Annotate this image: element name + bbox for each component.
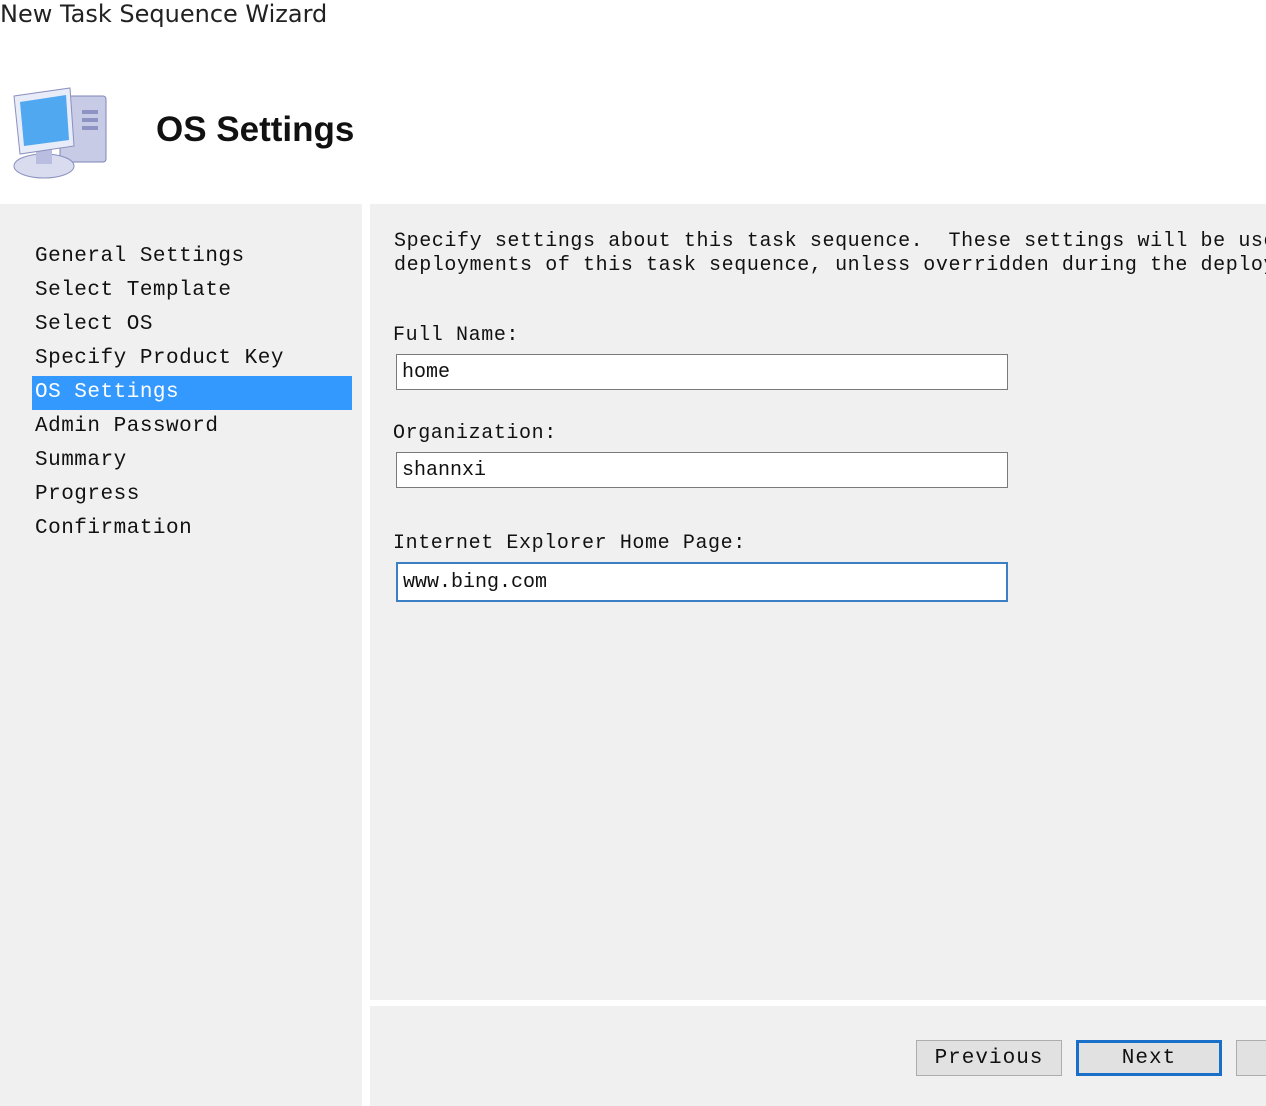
full-name-label: Full Name:: [393, 324, 520, 347]
next-button[interactable]: Next: [1076, 1040, 1222, 1076]
window-title: New Task Sequence Wizard: [0, 0, 328, 28]
sidebar-item-os-settings[interactable]: OS Settings: [32, 376, 352, 410]
sidebar-item-select-template[interactable]: Select Template: [32, 274, 352, 308]
wizard-footer: Previous Next: [370, 1006, 1266, 1106]
description-line-1: Specify settings about this task sequenc…: [394, 230, 1266, 253]
sidebar-item-progress[interactable]: Progress: [32, 478, 352, 512]
sidebar-item-select-os[interactable]: Select OS: [32, 308, 352, 342]
sidebar-item-summary[interactable]: Summary: [32, 444, 352, 478]
previous-button[interactable]: Previous: [916, 1040, 1062, 1076]
page-title: OS Settings: [156, 110, 355, 149]
sidebar-item-specify-product-key[interactable]: Specify Product Key: [32, 342, 352, 376]
wizard-steps-sidebar: General Settings Select Template Select OS…: [0, 204, 362, 1106]
full-name-input[interactable]: [396, 354, 1008, 390]
organization-label: Organization:: [393, 422, 557, 445]
home-page-label: Internet Explorer Home Page:: [393, 532, 746, 555]
organization-input[interactable]: [396, 452, 1008, 488]
sidebar-item-admin-password[interactable]: Admin Password: [32, 410, 352, 444]
settings-panel: Specify settings about this task sequenc…: [370, 204, 1266, 1000]
home-page-input[interactable]: [396, 562, 1008, 602]
cancel-button[interactable]: [1236, 1040, 1266, 1076]
description-line-2: deployments of this task sequence, unles…: [394, 254, 1266, 277]
computer-icon: [13, 87, 107, 179]
sidebar-item-confirmation[interactable]: Confirmation: [32, 512, 352, 546]
sidebar-item-general-settings[interactable]: General Settings: [32, 240, 352, 274]
